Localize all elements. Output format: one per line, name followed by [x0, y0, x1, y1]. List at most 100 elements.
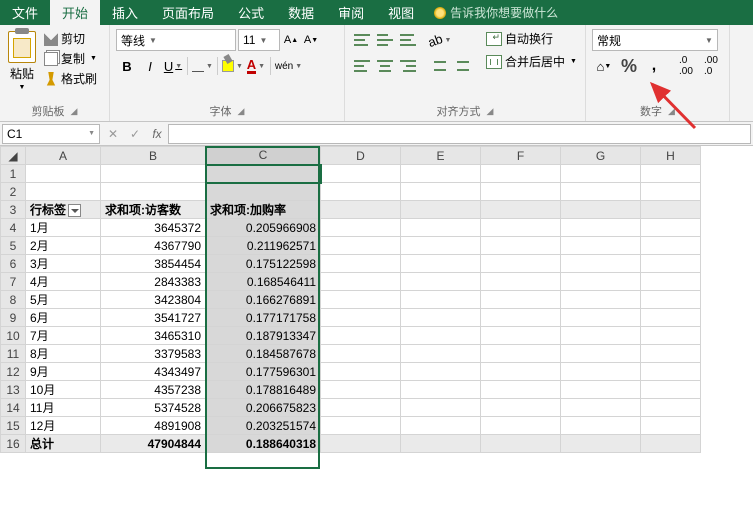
cell[interactable]: 0.177171758 — [206, 309, 321, 327]
cell[interactable]: 3465310 — [101, 327, 206, 345]
cell[interactable]: 3854454 — [101, 255, 206, 273]
col-header-C[interactable]: C — [206, 147, 321, 165]
tell-me-search[interactable]: 告诉我你想要做什么 — [426, 0, 566, 25]
col-header-F[interactable]: F — [481, 147, 561, 165]
dialog-launcher-icon[interactable]: ◢ — [71, 106, 78, 117]
tab-page-layout[interactable]: 页面布局 — [150, 0, 226, 25]
decrease-indent-button[interactable] — [427, 55, 449, 77]
orientation-button[interactable]: ab▼ — [427, 29, 452, 51]
tab-formulas[interactable]: 公式 — [226, 0, 276, 25]
align-top-button[interactable] — [351, 29, 373, 51]
percent-style-button[interactable]: % — [617, 55, 641, 77]
row-header[interactable]: 11 — [1, 345, 26, 363]
cell[interactable]: 0.206675823 — [206, 399, 321, 417]
fill-color-button[interactable]: ▼ — [221, 55, 244, 77]
row-header[interactable]: 10 — [1, 327, 26, 345]
select-all-button[interactable]: ◢ — [1, 147, 26, 165]
cell[interactable]: 4357238 — [101, 381, 206, 399]
filter-dropdown-icon[interactable] — [68, 204, 81, 217]
cell[interactable]: 0.211962571 — [206, 237, 321, 255]
col-header-H[interactable]: H — [641, 147, 701, 165]
cell[interactable]: 0.177596301 — [206, 363, 321, 381]
cell[interactable]: 9月 — [26, 363, 101, 381]
cell[interactable]: 3541727 — [101, 309, 206, 327]
cell[interactable]: 4343497 — [101, 363, 206, 381]
active-cell[interactable] — [206, 165, 321, 183]
wrap-text-button[interactable]: 自动换行 — [484, 29, 579, 48]
cells-table[interactable]: ◢ A B C D E F G H 1 2 3 行标签 求和项:访客数 求和项:… — [0, 146, 701, 453]
total-label[interactable]: 总计 — [26, 435, 101, 453]
pivot-rate-header[interactable]: 求和项:加购率 — [206, 201, 321, 219]
cell[interactable]: 0.184587678 — [206, 345, 321, 363]
col-header-B[interactable]: B — [101, 147, 206, 165]
dialog-launcher-icon[interactable]: ◢ — [487, 106, 494, 117]
border-button[interactable]: ▼ — [191, 55, 214, 77]
name-box[interactable]: C1▼ — [2, 124, 100, 144]
enter-formula-button[interactable]: ✓ — [124, 124, 146, 144]
tab-review[interactable]: 审阅 — [326, 0, 376, 25]
formula-input[interactable] — [168, 124, 751, 144]
bold-button[interactable]: B — [116, 55, 138, 77]
cell[interactable]: 5374528 — [101, 399, 206, 417]
font-name-combo[interactable]: 等线▼ — [116, 29, 236, 51]
cell[interactable]: 2月 — [26, 237, 101, 255]
decrease-font-button[interactable]: A▼ — [302, 29, 320, 51]
row-header[interactable]: 9 — [1, 309, 26, 327]
row-header[interactable]: 3 — [1, 201, 26, 219]
col-header-A[interactable]: A — [26, 147, 101, 165]
phonetic-guide-button[interactable]: wén▼ — [274, 55, 303, 77]
decrease-decimal-button[interactable]: .00.0 — [699, 55, 723, 77]
cell[interactable]: 0.175122598 — [206, 255, 321, 273]
increase-decimal-button[interactable]: .0.00 — [674, 55, 698, 77]
row-header[interactable]: 16 — [1, 435, 26, 453]
merge-center-button[interactable]: 合并后居中▼ — [484, 52, 579, 71]
cell[interactable]: 6月 — [26, 309, 101, 327]
cell[interactable]: 8月 — [26, 345, 101, 363]
cell[interactable]: 11月 — [26, 399, 101, 417]
font-size-combo[interactable]: 11▼ — [238, 29, 280, 51]
row-header[interactable]: 6 — [1, 255, 26, 273]
row-header[interactable]: 5 — [1, 237, 26, 255]
row-header[interactable]: 8 — [1, 291, 26, 309]
tab-insert[interactable]: 插入 — [100, 0, 150, 25]
align-right-button[interactable] — [397, 55, 419, 77]
number-format-combo[interactable]: 常规▼ — [592, 29, 718, 51]
col-header-D[interactable]: D — [321, 147, 401, 165]
cell[interactable]: 4月 — [26, 273, 101, 291]
tab-view[interactable]: 视图 — [376, 0, 426, 25]
cell[interactable]: 3423804 — [101, 291, 206, 309]
total-rate[interactable]: 0.188640318 — [206, 435, 321, 453]
dialog-launcher-icon[interactable]: ◢ — [668, 106, 675, 117]
cell[interactable]: 0.166276891 — [206, 291, 321, 309]
cell[interactable]: 1月 — [26, 219, 101, 237]
cell[interactable]: 3645372 — [101, 219, 206, 237]
cell[interactable]: 10月 — [26, 381, 101, 399]
dialog-launcher-icon[interactable]: ◢ — [238, 106, 245, 117]
row-header[interactable]: 7 — [1, 273, 26, 291]
align-bottom-button[interactable] — [397, 29, 419, 51]
paste-button[interactable]: 粘贴 ▼ — [6, 29, 38, 101]
row-header[interactable]: 14 — [1, 399, 26, 417]
cell[interactable]: 0.168546411 — [206, 273, 321, 291]
cell[interactable]: 4367790 — [101, 237, 206, 255]
pivot-row-labels-header[interactable]: 行标签 — [26, 201, 101, 219]
row-header[interactable]: 12 — [1, 363, 26, 381]
underline-button[interactable]: U▼ — [162, 55, 184, 77]
cell[interactable]: 0.187913347 — [206, 327, 321, 345]
cell[interactable]: 4891908 — [101, 417, 206, 435]
cell[interactable]: 2843383 — [101, 273, 206, 291]
cell[interactable]: 7月 — [26, 327, 101, 345]
increase-font-button[interactable]: A▲ — [282, 29, 300, 51]
row-header[interactable]: 1 — [1, 165, 26, 183]
cell[interactable]: 5月 — [26, 291, 101, 309]
format-painter-button[interactable]: 格式刷 — [42, 69, 99, 88]
align-middle-button[interactable] — [374, 29, 396, 51]
cell[interactable]: 3379583 — [101, 345, 206, 363]
cut-button[interactable]: 剪切 — [42, 29, 99, 48]
col-header-E[interactable]: E — [401, 147, 481, 165]
accounting-format-button[interactable]: ⌂▼ — [592, 55, 616, 77]
col-header-G[interactable]: G — [561, 147, 641, 165]
copy-button[interactable]: 复制▼ — [42, 49, 99, 68]
cell[interactable]: 12月 — [26, 417, 101, 435]
row-header[interactable]: 4 — [1, 219, 26, 237]
